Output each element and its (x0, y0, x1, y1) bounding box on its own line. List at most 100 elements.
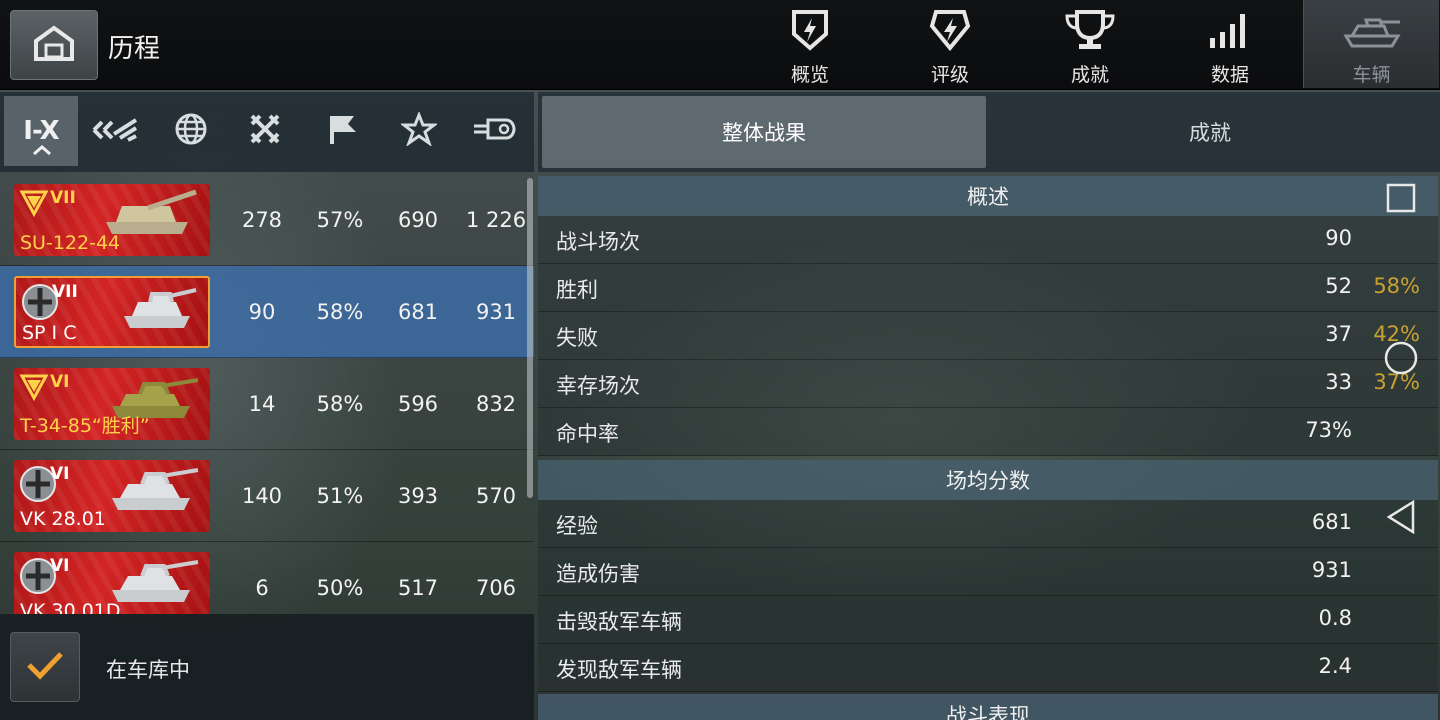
badge-lightning-icon (928, 8, 972, 56)
vehicle-row[interactable]: VII SU-122-44 278 57% 690 1 226 (0, 174, 534, 266)
nation-chevrons-icon (90, 114, 140, 148)
globe-icon (174, 112, 208, 150)
stat-percent: 58% (1373, 274, 1420, 298)
stat-label: 幸存场次 (556, 374, 640, 398)
nation-filter-button[interactable] (78, 96, 152, 166)
tab-achievements[interactable]: 成就 (1022, 0, 1158, 88)
stat-row-battles: 战斗场次 90 (538, 216, 1438, 264)
vehicle-avg-damage: 570 (475, 484, 517, 508)
premium-filter-button[interactable] (382, 96, 456, 166)
vehicle-row[interactable]: VI T-34-85“胜利” 14 58% 596 832 (0, 358, 534, 450)
stat-value: 52 (1325, 274, 1352, 298)
averages-section-title: 场均分数 (538, 460, 1438, 500)
back-nav-button[interactable] (1378, 496, 1424, 542)
vehicle-battles: 14 (248, 392, 276, 416)
vehicle-card: VII SP I C (14, 276, 210, 348)
vehicle-list-scrollbar[interactable] (527, 178, 533, 498)
vehicle-avg-xp: 517 (397, 576, 439, 600)
vehicle-winrate: 58% (316, 392, 364, 416)
in-garage-label: 在车库中 (106, 658, 190, 682)
tab-rating[interactable]: 评级 (882, 0, 1018, 88)
stat-value: 681 (1311, 510, 1352, 534)
stat-label: 造成伤害 (556, 562, 640, 586)
overview-section-title: 概述 (538, 176, 1438, 216)
stat-row-avg-spotted: 发现敌军车辆 2.4 (538, 644, 1438, 692)
vehicle-tier: VI (50, 372, 70, 392)
stat-value: 0.8 (1318, 606, 1352, 630)
stat-row-victories: 胜利 52 58% (538, 264, 1438, 312)
vehicle-winrate: 51% (316, 484, 364, 508)
tab-statistics-label: 数据 (1210, 64, 1249, 86)
stat-value: 2.4 (1318, 654, 1352, 678)
square-icon (1385, 182, 1417, 218)
stat-value: 33 (1325, 370, 1352, 394)
stat-label: 命中率 (556, 422, 619, 446)
mastery-badge-icon (18, 372, 50, 406)
tab-overall-results[interactable]: 整体战果 (542, 96, 986, 168)
vehicle-list: VII SU-122-44 278 57% 690 1 226 VII SP I… (0, 174, 534, 614)
tab-vehicles[interactable]: 车辆 (1303, 0, 1439, 88)
vehicle-name: T-34-85“胜利” (20, 415, 150, 437)
stat-row-hit-rate: 命中率 73% (538, 408, 1438, 456)
vehicle-row[interactable]: VI VK 28.01 140 51% 393 570 (0, 450, 534, 542)
tab-statistics[interactable]: 数据 (1162, 0, 1298, 88)
stat-value: 931 (1311, 558, 1352, 582)
vehicle-filter-bar: I-X (0, 92, 534, 172)
vehicle-avg-xp: 393 (397, 484, 439, 508)
tab-rating-label: 评级 (930, 64, 969, 86)
region-filter-button[interactable] (154, 96, 228, 166)
vehicle-name: SU-122-44 (20, 232, 121, 254)
flag-icon (326, 112, 360, 150)
vehicle-battles: 278 (241, 208, 283, 232)
chevron-up-icon (32, 141, 52, 160)
top-bar: 历程 概览 评级 成就 数据 车辆 (0, 0, 1440, 90)
vehicle-avg-xp: 681 (397, 300, 439, 324)
vehicle-tier: VI (50, 464, 70, 484)
tank-gun-icon (472, 114, 518, 148)
stat-label: 发现敌军车辆 (556, 658, 682, 682)
tank-icon (1340, 8, 1404, 56)
vehicle-winrate: 57% (316, 208, 364, 232)
tab-vehicles-label: 车辆 (1352, 64, 1391, 86)
tab-overview[interactable]: 概览 (742, 0, 878, 88)
vehicle-battles: 6 (255, 576, 269, 600)
crossed-swords-icon (248, 112, 282, 150)
stat-row-avg-xp: 经验 681 (538, 500, 1438, 548)
mastery-badge-icon (18, 188, 50, 222)
vehicle-card: VI T-34-85“胜利” (14, 368, 210, 440)
mode-filter-button[interactable] (306, 96, 380, 166)
vehicle-name: SP I C (22, 322, 77, 344)
home-button[interactable] (10, 10, 98, 80)
checkmark-icon (25, 649, 65, 685)
stat-row-defeats: 失败 37 42% (538, 312, 1438, 360)
stat-row-avg-kills: 击毁敌军车辆 0.8 (538, 596, 1438, 644)
vehicle-winrate: 58% (316, 300, 364, 324)
vehicle-avg-damage: 931 (475, 300, 517, 324)
light-tank-icon (116, 282, 200, 336)
stat-label: 击毁敌军车辆 (556, 610, 682, 634)
stat-value: 90 (1325, 226, 1352, 250)
home-nav-button[interactable] (1378, 337, 1424, 383)
tier-filter-button[interactable]: I-X (4, 96, 78, 166)
vehicle-winrate: 50% (316, 576, 364, 600)
tab-vehicle-achievements[interactable]: 成就 (988, 96, 1432, 168)
stat-value: 37 (1325, 322, 1352, 346)
tab-overview-label: 概览 (790, 64, 829, 86)
vehicle-row-selected[interactable]: VII SP I C 90 58% 681 931 (0, 266, 534, 358)
tank-class-filter-button[interactable] (458, 96, 532, 166)
stat-label: 胜利 (556, 278, 598, 302)
vehicle-battles: 90 (248, 300, 276, 324)
in-garage-filter: 在车库中 (0, 614, 534, 720)
vehicle-card: VII SU-122-44 (14, 184, 210, 256)
trophy-icon (1063, 8, 1117, 56)
triangle-back-icon (1384, 498, 1418, 540)
vehicle-avg-damage: 706 (475, 576, 517, 600)
recent-apps-button[interactable] (1378, 177, 1424, 223)
in-garage-checkbox[interactable] (10, 632, 80, 702)
vehicle-row[interactable]: VI VK 30.01D 6 50% 517 706 (0, 542, 534, 614)
stat-row-avg-damage: 造成伤害 931 (538, 548, 1438, 596)
vehicle-card: VI VK 30.01D (14, 552, 210, 614)
type-filter-button[interactable] (228, 96, 302, 166)
vehicle-avg-xp: 596 (397, 392, 439, 416)
stat-value: 73% (1305, 418, 1352, 442)
